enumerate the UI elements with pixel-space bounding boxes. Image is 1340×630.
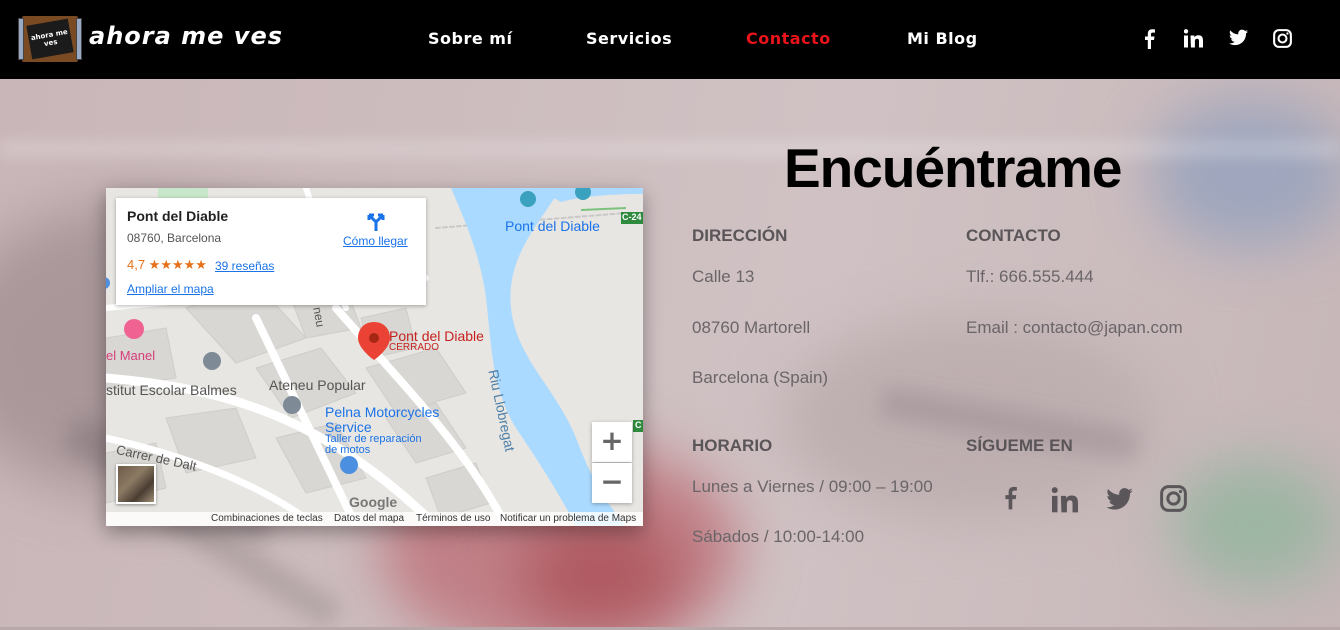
map-info-card: Pont del Diable 08760, Barcelona 4,7 ★★★… (116, 198, 426, 305)
instagram-icon[interactable] (1160, 485, 1187, 517)
hours-heading: HORARIO (692, 436, 773, 455)
place-name: Pont del Diable (127, 208, 229, 224)
phone-text[interactable]: Tlf.: 666.555.444 (966, 267, 1094, 287)
terms-link[interactable]: Términos de uso (416, 513, 490, 524)
twitter-icon[interactable] (1229, 29, 1248, 46)
site-header: ahora me ves ahora me ves Sobre mí Servi… (0, 0, 1340, 79)
linkedin-icon[interactable] (1184, 29, 1203, 48)
map-road-shield: C-24 (622, 212, 642, 222)
page-title: Encuéntrame (784, 137, 1122, 199)
brand-name[interactable]: ahora me ves (89, 22, 283, 50)
logo-text: ahora me ves (26, 18, 74, 60)
nav-item-mi-blog[interactable]: Mi Blog (907, 29, 978, 48)
follow-heading: SÍGUEME EN (966, 436, 1073, 455)
map-pin-status: CERRADO (389, 342, 440, 353)
contact-heading: CONTACTO (966, 226, 1061, 245)
logo-shutter-right (76, 18, 82, 60)
report-problem-link[interactable]: Notificar un problema de Maps (500, 513, 636, 524)
map-data-link[interactable]: Datos del mapa (334, 513, 404, 524)
address-heading: DIRECCIÓN (692, 226, 788, 245)
twitter-icon[interactable] (1106, 488, 1133, 515)
instagram-icon[interactable] (1273, 29, 1292, 48)
facebook-icon[interactable] (1142, 29, 1156, 49)
google-logo: Google (349, 494, 398, 510)
nav-item-servicios[interactable]: Servicios (586, 29, 672, 48)
linkedin-icon[interactable] (1051, 487, 1079, 518)
map-label-ateneu: Ateneu Popular (269, 377, 366, 393)
nav-item-contacto[interactable]: Contacto (746, 29, 831, 48)
map-road-shield-c: C (635, 420, 642, 430)
map-label-moto-desc-2: de motos (325, 444, 371, 456)
address-line-2: 08760 Martorell (692, 318, 811, 337)
map-label-bridge: Pont del Diable (505, 218, 600, 234)
map-label-school: stitut Escolar Balmes (106, 382, 237, 398)
directions-link[interactable]: Cómo llegar (343, 234, 408, 248)
place-address: 08760, Barcelona (127, 231, 222, 245)
site-logo[interactable]: ahora me ves (18, 14, 82, 64)
facebook-icon[interactable] (1002, 484, 1018, 517)
directions-icon[interactable] (366, 210, 386, 237)
hours-line-2: Sábados / 10:00-14:00 (692, 527, 865, 546)
zoom-in-button[interactable]: + (592, 422, 632, 462)
map-embed[interactable]: Pont del Diable C-24 C Riu Llobregat el … (106, 188, 643, 526)
zoom-out-button[interactable]: − (592, 463, 632, 503)
logo-shutter-left (18, 18, 24, 60)
email-text[interactable]: Email : contacto@japan.com (966, 318, 1183, 338)
satellite-toggle[interactable] (116, 464, 156, 504)
address-line-1: Calle 13 (692, 267, 755, 286)
enlarge-map-link[interactable]: Ampliar el mapa (127, 282, 214, 296)
hours-line-1: Lunes a Viernes / 09:00 – 19:00 (692, 477, 933, 496)
keyboard-shortcuts-link[interactable]: Combinaciones de teclas (211, 513, 323, 524)
nav-item-sobre-mi[interactable]: Sobre mí (428, 29, 512, 48)
map-label-moto-1: Pelna Motorcycles (325, 404, 440, 420)
address-line-3: Barcelona (Spain) (692, 368, 829, 387)
map-attribution: Combinaciones de teclas Datos del mapa T… (106, 512, 643, 526)
place-rating: 4,7 ★★★★★ (127, 257, 207, 272)
reviews-link[interactable]: 39 reseñas (215, 259, 274, 273)
map-label-manel: el Manel (106, 348, 156, 363)
